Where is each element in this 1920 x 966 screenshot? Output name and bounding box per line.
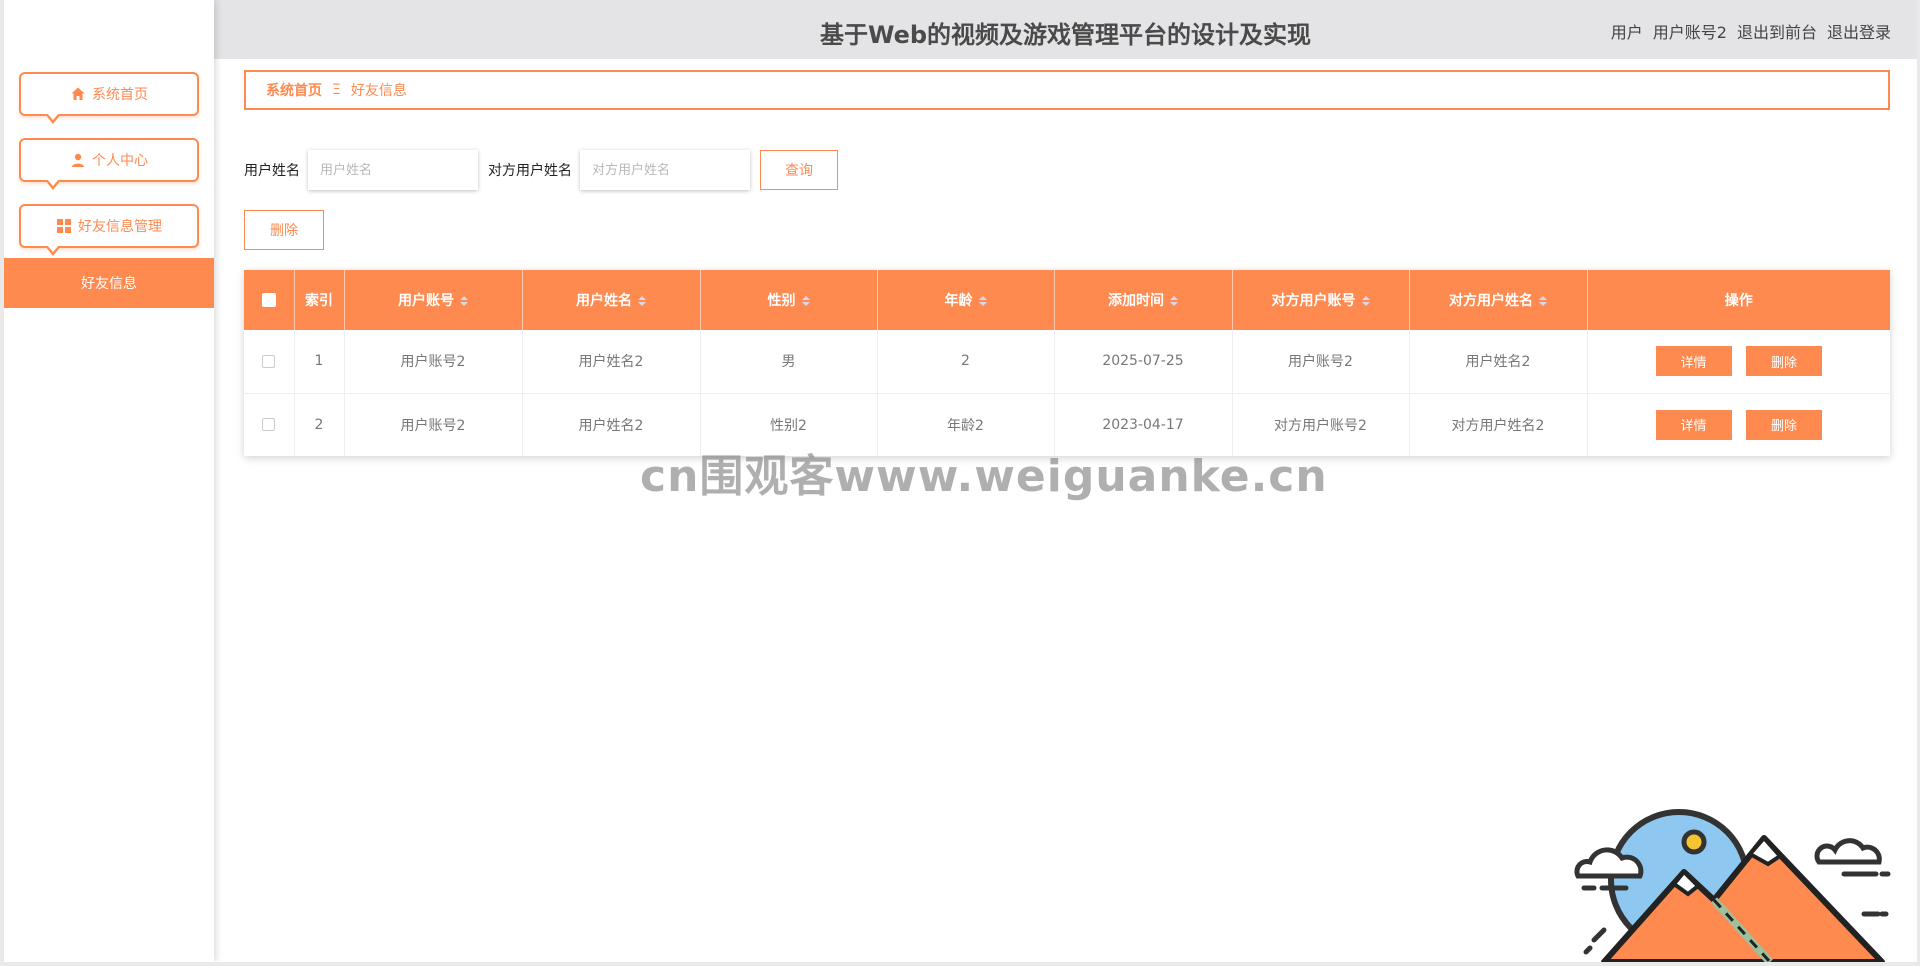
cell-age: 年龄2	[877, 393, 1055, 456]
row-select-cell	[244, 393, 295, 456]
batch-delete-button[interactable]: 删除	[244, 210, 324, 250]
column-header-sortable[interactable]: 对方用户姓名	[1409, 270, 1588, 330]
sort-icon[interactable]	[978, 296, 987, 306]
cell-account: 用户账号2	[344, 330, 523, 393]
cell-index: 1	[294, 330, 345, 393]
cell-other-account: 用户账号2	[1232, 330, 1410, 393]
logout-link[interactable]: 退出登录	[1827, 19, 1891, 43]
cell-added-time: 2023-04-17	[1054, 393, 1233, 456]
mountain-illustration	[1574, 809, 1891, 962]
cell-other-account: 对方用户账号2	[1232, 393, 1410, 456]
row-select-cell	[244, 330, 295, 393]
sort-icon[interactable]	[460, 296, 468, 306]
cell-name: 用户姓名2	[522, 393, 701, 456]
cell-actions: 详情 删除	[1587, 330, 1890, 393]
sidebar-item-label: 系统首页	[92, 87, 148, 103]
cell-name: 用户姓名2	[522, 330, 701, 393]
column-header-sortable[interactable]: 年龄	[877, 270, 1055, 330]
table-row: 2 用户账号2 用户姓名2 性别2 年龄2 2023-04-17 对方用户账号2…	[244, 393, 1890, 456]
table-row: 1 用户账号2 用户姓名2 男 2 2025-07-25 用户账号2 用户姓名2…	[244, 330, 1890, 393]
detail-button[interactable]: 详情	[1655, 409, 1732, 440]
column-label: 添加时间	[1108, 293, 1164, 309]
table-header-row: 索引 用户账号 用户姓名 性别 年龄 添加时间 对方用户账号 对方用户姓名 操作	[244, 270, 1890, 330]
breadcrumb-home[interactable]: 系统首页	[266, 80, 322, 100]
column-label: 对方用户姓名	[1449, 293, 1533, 309]
sort-icon[interactable]	[1170, 296, 1178, 306]
column-header-sortable[interactable]: 添加时间	[1054, 270, 1233, 330]
sort-icon[interactable]	[801, 296, 810, 306]
friend-table: 索引 用户账号 用户姓名 性别 年龄 添加时间 对方用户账号 对方用户姓名 操作…	[244, 270, 1890, 456]
column-label: 用户姓名	[576, 293, 632, 309]
row-checkbox[interactable]	[262, 354, 276, 368]
search-form: 用户姓名 对方用户姓名 查询	[244, 150, 838, 190]
cell-index: 2	[294, 393, 345, 456]
cell-actions: 详情 删除	[1587, 393, 1890, 456]
column-header-sortable[interactable]: 用户姓名	[522, 270, 701, 330]
sidebar: 系统首页 个人中心 好友信息管理 好友信息	[4, 0, 214, 962]
row-delete-button[interactable]: 删除	[1745, 346, 1822, 377]
cell-added-time: 2025-07-25	[1054, 330, 1233, 393]
cell-gender: 男	[700, 330, 878, 393]
detail-button[interactable]: 详情	[1655, 346, 1732, 377]
query-button[interactable]: 查询	[760, 150, 838, 190]
column-header: 操作	[1724, 293, 1753, 309]
sidebar-item-friend-management[interactable]: 好友信息管理	[19, 204, 199, 256]
grid-icon	[57, 219, 71, 233]
user-role-label: 用户	[1610, 23, 1643, 42]
column-label: 年龄	[944, 293, 973, 309]
breadcrumb-separator: Ξ	[332, 82, 341, 98]
row-delete-button[interactable]: 删除	[1745, 409, 1822, 440]
username-search-input[interactable]	[308, 150, 478, 190]
sort-icon[interactable]	[1539, 296, 1547, 306]
sort-icon[interactable]	[638, 296, 646, 306]
column-header-sortable[interactable]: 用户账号	[344, 270, 523, 330]
home-icon	[71, 87, 85, 100]
sidebar-item-label: 个人中心	[92, 153, 148, 169]
user-icon	[72, 153, 84, 167]
row-checkbox[interactable]	[262, 418, 276, 432]
other-username-search-label: 对方用户姓名	[488, 163, 572, 179]
username-label: 用户账号2	[1652, 23, 1727, 42]
sidebar-item-home[interactable]: 系统首页	[19, 72, 199, 124]
cell-gender: 性别2	[700, 393, 878, 456]
sidebar-item-personal-center[interactable]: 个人中心	[19, 138, 199, 190]
select-all-header	[244, 270, 295, 330]
breadcrumb: 系统首页 Ξ 好友信息	[244, 70, 1890, 110]
cell-account: 用户账号2	[344, 393, 523, 456]
back-to-front-link[interactable]: 退出到前台	[1737, 19, 1817, 43]
top-header: 基于Web的视频及游戏管理平台的设计及实现 用户 用户账号2 退出到前台 退出登…	[214, 0, 1917, 59]
other-username-search-input[interactable]	[580, 150, 750, 190]
cell-other-name: 对方用户姓名2	[1409, 393, 1588, 456]
column-label: 性别	[767, 293, 796, 309]
cell-other-name: 用户姓名2	[1409, 330, 1588, 393]
breadcrumb-current: 好友信息	[350, 83, 407, 99]
column-header-sortable[interactable]: 对方用户账号	[1232, 270, 1410, 330]
user-bar: 用户 用户账号2 退出到前台 退出登录	[1611, 19, 1891, 43]
sort-icon[interactable]	[1361, 296, 1370, 306]
cell-age: 2	[877, 330, 1055, 393]
column-header-sortable[interactable]: 性别	[700, 270, 878, 330]
column-label: 用户账号	[398, 293, 454, 309]
sidebar-item-label: 好友信息管理	[78, 219, 162, 235]
column-label: 对方用户账号	[1271, 293, 1356, 309]
app-window: 基于Web的视频及游戏管理平台的设计及实现 用户 用户账号2 退出到前台 退出登…	[4, 0, 1917, 962]
select-all-checkbox[interactable]	[261, 293, 276, 307]
username-search-label: 用户姓名	[244, 163, 300, 179]
column-header: 索引	[294, 270, 345, 330]
submenu-item-friend-info[interactable]: 好友信息	[4, 258, 214, 308]
